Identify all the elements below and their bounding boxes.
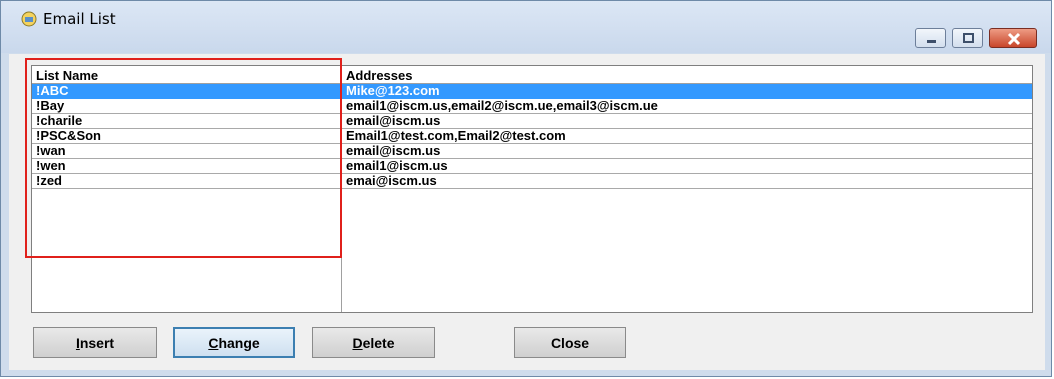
addresses-cell: email@iscm.us [346, 113, 441, 128]
window-title: Email List [43, 10, 116, 28]
addresses-cell: emai@iscm.us [346, 173, 437, 188]
title-bar[interactable]: Email List [1, 1, 1051, 53]
insert-label: nsert [79, 334, 115, 351]
change-button[interactable]: Change [173, 327, 295, 358]
column-header-addresses[interactable]: Addresses [346, 68, 412, 83]
close-window-button[interactable] [989, 28, 1037, 48]
change-label: hange [218, 334, 260, 351]
app-icon [21, 11, 37, 27]
addresses-cell: Mike@123.com [346, 83, 440, 98]
annotation-highlight-box [25, 58, 342, 258]
maximize-button[interactable] [952, 28, 983, 48]
close-button[interactable]: Close [514, 327, 626, 358]
maximize-icon [963, 33, 974, 43]
dialog-client-area: List Name Addresses !ABC Mike@123.com !B… [9, 54, 1045, 370]
delete-mnemonic: D [352, 334, 363, 351]
insert-button[interactable]: Insert [33, 327, 157, 358]
close-icon [1007, 32, 1021, 46]
addresses-cell: email1@iscm.us,email2@iscm.ue,email3@isc… [346, 98, 658, 113]
addresses-cell: email1@iscm.us [346, 158, 448, 173]
email-list-window: Email List List Name Addresses !ABC Mike… [0, 0, 1052, 377]
change-mnemonic: C [208, 334, 219, 351]
addresses-cell: Email1@test.com,Email2@test.com [346, 128, 566, 143]
minimize-icon [927, 40, 936, 43]
delete-label: elete [362, 334, 395, 351]
delete-button[interactable]: Delete [312, 327, 435, 358]
addresses-cell: email@iscm.us [346, 143, 441, 158]
minimize-button[interactable] [915, 28, 946, 48]
